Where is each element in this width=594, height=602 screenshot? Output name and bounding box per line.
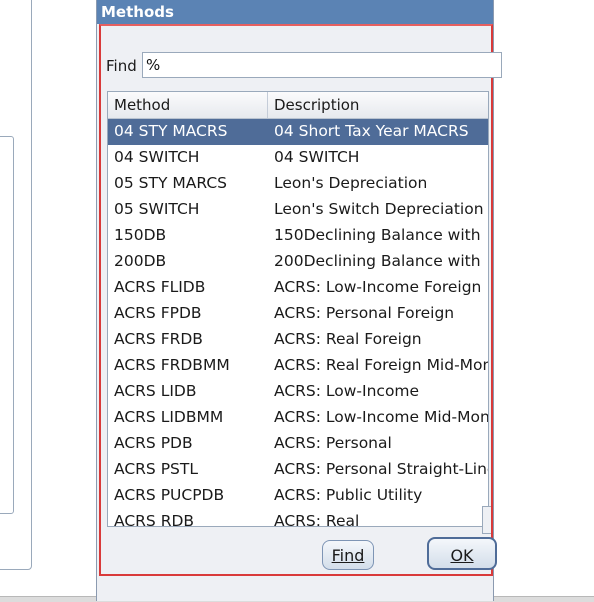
cell-description: 04 Short Tax Year MACRS (274, 122, 469, 140)
cell-description: ACRS: Real Foreign Mid-Month (274, 356, 489, 374)
table-row[interactable]: 04 STY MACRS 04 Short Tax Year MACRS (108, 119, 488, 145)
find-label: Find (106, 57, 137, 75)
results-table: Method Description 04 STY MACRS 04 Short … (107, 91, 489, 527)
scrollbar-edge[interactable] (482, 506, 491, 534)
cell-method: ACRS FPDB (114, 304, 202, 322)
ok-button-label: OK (450, 546, 474, 565)
cell-method: 200DB (114, 252, 167, 270)
find-button[interactable]: Find (322, 540, 374, 570)
table-row[interactable]: 04 SWITCH 04 SWITCH (108, 145, 488, 171)
cell-description: 200Declining Balance with (274, 252, 481, 270)
table-row[interactable]: ACRS LIDB ACRS: Low-Income (108, 379, 488, 405)
cell-method: ACRS PSTL (114, 460, 198, 478)
cell-description: Leon's Depreciation (274, 174, 428, 192)
table-row[interactable]: ACRS PDB ACRS: Personal (108, 431, 488, 457)
cell-method: ACRS LIDB (114, 382, 197, 400)
table-row[interactable]: ACRS LIDBMM ACRS: Low-Income Mid-Month (108, 405, 488, 431)
cell-description: Leon's Switch Depreciation (274, 200, 484, 218)
table-row[interactable]: ACRS FPDB ACRS: Personal Foreign (108, 301, 488, 327)
cell-description: ACRS: Personal Straight-Line (274, 460, 489, 478)
cell-description: ACRS: Real (274, 512, 360, 527)
cell-method: ACRS FRDB (114, 330, 203, 348)
table-row[interactable]: 05 STY MARCS Leon's Depreciation (108, 171, 488, 197)
methods-dialog: Methods Find Method Description 04 STY M… (96, 0, 502, 601)
cell-description: ACRS: Personal (274, 434, 392, 452)
table-row[interactable]: 200DB 200Declining Balance with (108, 249, 488, 275)
table-header: Method Description (108, 92, 488, 119)
table-row[interactable]: 05 SWITCH Leon's Switch Depreciation (108, 197, 488, 223)
table-row[interactable]: ACRS FRDBMM ACRS: Real Foreign Mid-Month (108, 353, 488, 379)
cell-description: ACRS: Personal Foreign (274, 304, 455, 322)
cell-description: ACRS: Low-Income Mid-Month (274, 408, 489, 426)
table-row[interactable]: ACRS PSTL ACRS: Personal Straight-Line (108, 457, 488, 483)
cell-description: 04 SWITCH (274, 148, 360, 166)
ok-button[interactable]: OK (427, 537, 497, 570)
cell-description: ACRS: Low-Income Foreign (274, 278, 482, 296)
cell-description: ACRS: Low-Income (274, 382, 420, 400)
cell-method: ACRS PUCPDB (114, 486, 225, 504)
cell-method: 04 SWITCH (114, 148, 200, 166)
table-body: 04 STY MACRS 04 Short Tax Year MACRS 04 SW… (108, 119, 488, 527)
table-row[interactable]: ACRS FRDB ACRS: Real Foreign (108, 327, 488, 353)
cell-description: ACRS: Real Foreign (274, 330, 422, 348)
cell-method: ACRS LIDBMM (114, 408, 224, 426)
cell-method: 05 STY MARCS (114, 174, 227, 192)
table-row[interactable]: 150DB 150Declining Balance with (108, 223, 488, 249)
cell-method: ACRS RDB (114, 512, 195, 527)
dialog-title: Methods (101, 3, 174, 21)
cell-method: 04 STY MACRS (114, 122, 228, 140)
table-row[interactable]: ACRS RDB ACRS: Real (108, 509, 488, 527)
find-button-label: Find (331, 546, 365, 565)
cell-description: ACRS: Public Utility (274, 486, 423, 504)
table-row[interactable]: ACRS PUCPDB ACRS: Public Utility (108, 483, 488, 509)
cell-method: 150DB (114, 226, 167, 244)
cell-method: 05 SWITCH (114, 200, 200, 218)
cell-method: ACRS FLIDB (114, 278, 206, 296)
cell-method: ACRS FRDBMM (114, 356, 230, 374)
column-header-description[interactable]: Description (268, 92, 488, 118)
dialog-titlebar[interactable]: Methods (97, 0, 493, 24)
find-input[interactable] (142, 52, 502, 78)
table-row[interactable]: ACRS FLIDB ACRS: Low-Income Foreign (108, 275, 488, 301)
cell-description: 150Declining Balance with (274, 226, 481, 244)
background-inner-panel (0, 136, 14, 514)
cell-method: ACRS PDB (114, 434, 193, 452)
column-header-method[interactable]: Method (108, 92, 268, 118)
